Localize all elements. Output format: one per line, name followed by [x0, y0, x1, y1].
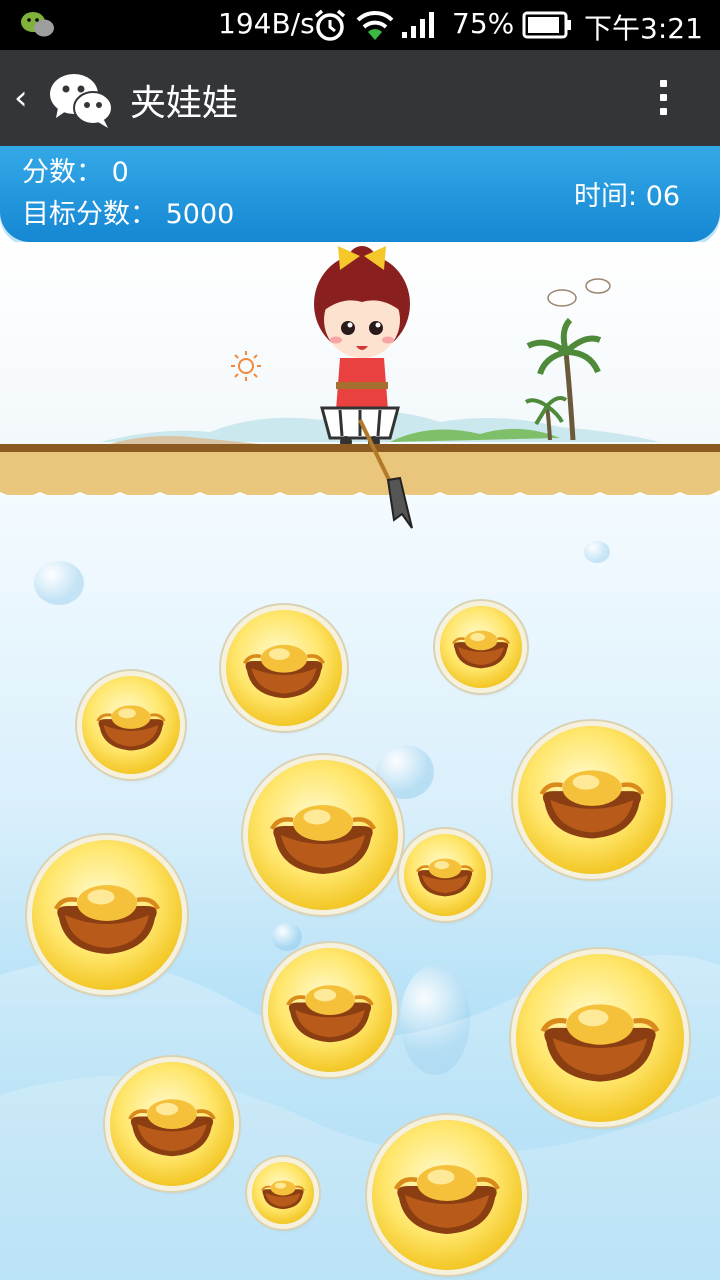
- gold-ingot-icon[interactable]: [404, 834, 486, 916]
- signal-icon: [402, 12, 434, 38]
- cloud-icon: [547, 278, 611, 307]
- wechat-logo-icon: [50, 74, 113, 128]
- battery-percent: 75%: [452, 7, 515, 40]
- gold-ingot-icon[interactable]: [372, 1120, 522, 1270]
- gold-ingot-icon[interactable]: [82, 676, 180, 774]
- claw-hook-icon: [358, 419, 413, 529]
- gold-ingot-icon[interactable]: [32, 840, 182, 990]
- status-bar: 194B/s 75% 下午3:21: [0, 0, 720, 50]
- gold-ingot-icon[interactable]: [518, 726, 666, 874]
- gold-ingot-icon[interactable]: [440, 606, 522, 688]
- score-value: 0: [111, 157, 129, 188]
- gold-ingot-icon[interactable]: [248, 760, 398, 910]
- more-icon[interactable]: [648, 76, 678, 124]
- girl-character-icon: [314, 246, 410, 410]
- score-row: 分数： 0: [22, 150, 129, 189]
- score-label: 分数：: [22, 157, 103, 188]
- target-score-row: 目标分数： 5000: [22, 192, 234, 231]
- network-speed: 194B/s: [218, 7, 315, 40]
- battery-icon: [522, 11, 571, 39]
- water-bubble: [34, 561, 84, 605]
- gold-ingot-icon[interactable]: [226, 610, 342, 726]
- gold-ingot-icon[interactable]: [268, 948, 392, 1072]
- back-icon[interactable]: ‹: [14, 78, 28, 118]
- alarm-icon: [314, 9, 346, 41]
- gold-ingot-icon[interactable]: [110, 1062, 234, 1186]
- page-title: 夹娃娃: [130, 83, 239, 124]
- wifi-icon: [356, 10, 394, 40]
- target-score-label: 目标分数：: [22, 199, 157, 230]
- gold-ingot-icon[interactable]: [252, 1162, 314, 1224]
- palm-tree-icon: [524, 317, 602, 441]
- time-value: 06: [645, 181, 681, 212]
- status-time: 下午3:21: [584, 12, 703, 45]
- wechat-notification-icon: [21, 12, 54, 37]
- timer: 时间: 06: [574, 174, 680, 213]
- gold-ingot-icon[interactable]: [516, 954, 684, 1122]
- title-bar: ‹ 夹娃娃: [0, 50, 720, 146]
- sun-icon: [231, 351, 261, 381]
- time-label: 时间:: [574, 181, 638, 212]
- water-bubble: [584, 541, 610, 563]
- target-score-value: 5000: [165, 199, 235, 230]
- score-panel: 分数： 0 目标分数： 5000 时间: 06: [0, 146, 720, 242]
